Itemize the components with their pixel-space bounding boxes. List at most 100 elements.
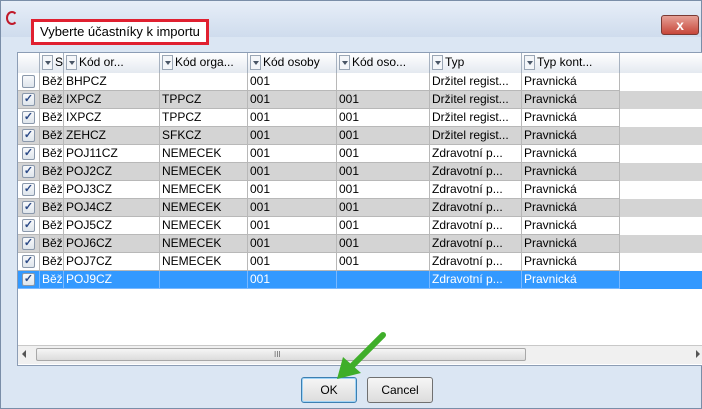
cell-kod-oso: 001 [337,217,430,235]
row-checkbox[interactable]: ✓ [22,255,35,268]
cell-stav: Běží [40,91,64,109]
table-row[interactable]: ✓ Běží POJ3CZ NEMECEK 001 001 Zdravotní p... Pr… [18,181,702,199]
cell-kod-or: IXPCZ [64,91,160,109]
cell-kod-orga: TPPCZ [160,91,248,109]
table-row[interactable]: ✓ Běží IXPCZ TPPCZ 001 001 Držitel regist... Pr… [18,109,702,127]
cell-typ: Držitel regist... [430,73,522,91]
scroll-left-icon[interactable] [22,350,26,358]
column-header[interactable]: Stav [40,53,64,73]
cell-kod-or: POJ6CZ [64,235,160,253]
column-header[interactable]: Typ kont... [522,53,620,73]
cell-stav: Běží [40,109,64,127]
cell-kod-or: POJ11CZ [64,145,160,163]
cell-kod-or: POJ7CZ [64,253,160,271]
filter-dropdown-icon[interactable] [42,55,53,70]
cell-kod-oso: 001 [337,253,430,271]
table-row[interactable]: ✓ Běží POJ4CZ NEMECEK 001 001 Zdravotní p... Pr… [18,199,702,217]
row-checkbox[interactable]: ✓ [22,165,35,178]
cell-kod-or: POJ9CZ [64,271,160,289]
checkbox-cell[interactable]: ✓ [18,271,40,289]
row-checkbox[interactable]: ✓ [22,273,35,286]
table-row[interactable]: Běží BHPCZ 001 Držitel regist... Pravnická [18,73,702,91]
row-checkbox[interactable]: ✓ [22,201,35,214]
checkbox-cell[interactable]: ✓ [18,163,40,181]
column-header-label: Typ [445,55,465,69]
cell-kod-orga: NEMECEK [160,163,248,181]
cell-typ: Zdravotní p... [430,217,522,235]
cell-kod-oso [337,73,430,91]
cell-stav: Běží [40,73,64,91]
cell-typ-kont: Pravnická [522,91,620,109]
cell-kod-osoby: 001 [248,253,337,271]
cell-typ-kont: Pravnická [522,199,620,217]
row-checkbox[interactable]: ✓ [22,237,35,250]
column-header[interactable]: Typ [430,53,522,73]
row-checkbox[interactable]: ✓ [22,147,35,160]
row-checkbox[interactable]: ✓ [22,219,35,232]
cell-kod-osoby: 001 [248,181,337,199]
row-checkbox[interactable]: ✓ [22,183,35,196]
cell-kod-osoby: 001 [248,73,337,91]
table-row[interactable]: ✓ Běží POJ6CZ NEMECEK 001 001 Zdravotní p... Pr… [18,235,702,253]
table-row[interactable]: ✓ Běží POJ5CZ NEMECEK 001 001 Zdravotní p... Pr… [18,217,702,235]
participants-grid: Stav Kód or... Kód orga... Kód osoby Kód oso… [17,52,702,366]
filter-dropdown-icon[interactable] [66,55,77,70]
filter-dropdown-icon[interactable] [339,55,350,70]
cell-kod-or: POJ4CZ [64,199,160,217]
column-header-label: Typ kont... [537,55,593,69]
scroll-right-icon[interactable] [696,350,700,358]
filter-dropdown-icon[interactable] [432,55,443,70]
cell-typ: Držitel regist... [430,127,522,145]
column-header[interactable]: Kód oso... [337,53,430,73]
cell-kod-oso: 001 [337,145,430,163]
filter-dropdown-icon[interactable] [162,55,173,70]
table-row[interactable]: ✓ Běží POJ9CZ 001 Zdravotní p... Pravnická [18,271,702,289]
cell-kod-orga: SFKCZ [160,127,248,145]
table-row[interactable]: ✓ Běží POJ7CZ NEMECEK 001 001 Zdravotní p... Pr… [18,253,702,271]
column-header[interactable]: Kód osoby [248,53,337,73]
header-select-all-cell[interactable] [18,53,40,73]
row-checkbox[interactable]: ✓ [22,93,35,106]
checkbox-cell[interactable]: ✓ [18,109,40,127]
title-bar: Vyberte účastníky k importu x [1,1,701,45]
cell-kod-oso: 001 [337,127,430,145]
checkbox-cell[interactable]: ✓ [18,217,40,235]
column-header[interactable]: Kód orga... [160,53,248,73]
dialog-title: Vyberte účastníky k importu [31,19,209,45]
row-checkbox[interactable]: ✓ [22,111,35,124]
checkbox-cell[interactable]: ✓ [18,91,40,109]
column-header-label: Kód oso... [352,55,407,69]
table-row[interactable]: ✓ Běží IXPCZ TPPCZ 001 001 Držitel regist... Pr… [18,91,702,109]
scrollbar-thumb[interactable]: III [36,348,526,361]
cell-kod-orga: NEMECEK [160,181,248,199]
column-header[interactable]: Kód or... [64,53,160,73]
filter-dropdown-icon[interactable] [524,55,535,70]
row-checkbox[interactable] [22,75,35,88]
table-row[interactable]: ✓ Běží ZEHCZ SFKCZ 001 001 Držitel regist... Pr… [18,127,702,145]
cell-typ-kont: Pravnická [522,73,620,91]
checkbox-cell[interactable]: ✓ [18,145,40,163]
checkbox-cell[interactable]: ✓ [18,199,40,217]
column-header-label: Kód osoby [263,55,320,69]
cell-kod-osoby: 001 [248,199,337,217]
checkbox-cell[interactable]: ✓ [18,253,40,271]
filter-dropdown-icon[interactable] [250,55,261,70]
checkbox-cell[interactable]: ✓ [18,235,40,253]
row-checkbox[interactable]: ✓ [22,129,35,142]
table-row[interactable]: ✓ Běží POJ11CZ NEMECEK 001 001 Zdravotní p... P… [18,145,702,163]
cell-stav: Běží [40,271,64,289]
cell-typ-kont: Pravnická [522,181,620,199]
cell-stav: Běží [40,253,64,271]
cell-typ-kont: Pravnická [522,109,620,127]
cell-kod-osoby: 001 [248,127,337,145]
cell-kod-or: BHPCZ [64,73,160,91]
cell-kod-orga: NEMECEK [160,253,248,271]
checkbox-cell[interactable]: ✓ [18,127,40,145]
cell-stav: Běží [40,163,64,181]
table-row[interactable]: ✓ Běží POJ2CZ NEMECEK 001 001 Zdravotní p... Pr… [18,163,702,181]
checkbox-cell[interactable] [18,73,40,91]
cell-kod-osoby: 001 [248,163,337,181]
checkbox-cell[interactable]: ✓ [18,181,40,199]
close-button[interactable]: x [661,15,699,35]
cell-typ-kont: Pravnická [522,163,620,181]
